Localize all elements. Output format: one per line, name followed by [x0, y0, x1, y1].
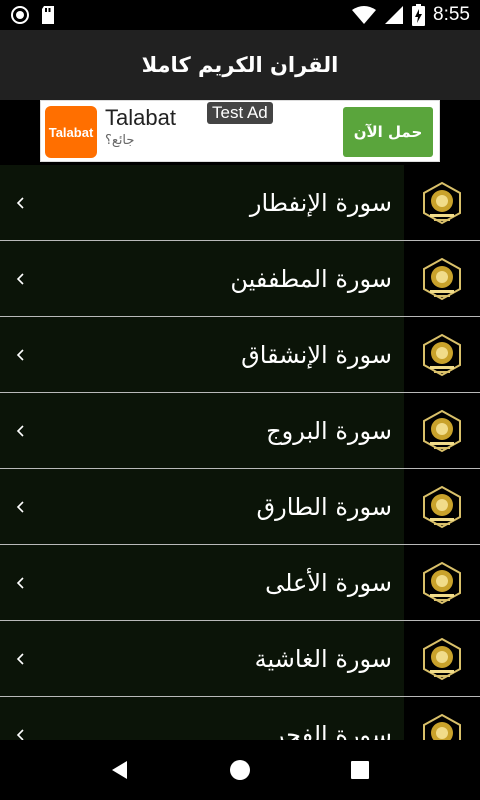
quran-emblem-icon: [404, 469, 480, 544]
surah-name: سورة الإنشقاق: [241, 340, 392, 369]
quran-emblem-icon: [404, 317, 480, 392]
ad-subtitle: جائع؟: [105, 133, 135, 148]
quran-emblem-icon: [404, 393, 480, 468]
surah-name: سورة الطارق: [256, 492, 393, 521]
quran-emblem-icon: [404, 697, 480, 740]
surah-name: سورة البروج: [266, 416, 392, 445]
chevron-left-icon: [10, 621, 30, 696]
surah-name: سورة الأعلى: [265, 568, 392, 597]
quran-emblem-icon: [404, 241, 480, 316]
back-button[interactable]: [100, 750, 140, 790]
ad-logo-text: Talabat: [48, 124, 94, 140]
ad-logo[interactable]: Talabat: [45, 106, 97, 158]
surah-list[interactable]: سورة الإنفطار سورة المطففين سورة الإنشقاق س…: [0, 165, 480, 740]
app-bar: القران الكريم كاملا: [0, 30, 480, 100]
list-item[interactable]: سورة الإنفطار: [0, 165, 480, 241]
wifi-icon: [352, 5, 377, 25]
surah-name: سورة الإنفطار: [249, 188, 392, 217]
back-icon: [112, 761, 127, 779]
chevron-left-icon: [10, 393, 30, 468]
chevron-left-icon: [10, 469, 30, 544]
record-icon: [10, 5, 30, 25]
test-ad-badge: Test Ad: [207, 102, 273, 124]
navigation-bar: [0, 740, 480, 800]
status-time: 8:55: [433, 4, 470, 25]
home-button[interactable]: [220, 750, 260, 790]
recents-icon: [351, 761, 369, 779]
list-item[interactable]: سورة الإنشقاق: [0, 317, 480, 393]
ad-banner[interactable]: Talabat Talabat جائع؟ Test Ad حمل الآن: [40, 100, 440, 162]
surah-name: سورة الغاشية: [254, 644, 392, 673]
chevron-left-icon: [10, 697, 30, 740]
sd-card-icon: [40, 5, 56, 25]
status-bar: 8:55: [0, 0, 480, 30]
ad-title[interactable]: Talabat: [105, 105, 176, 131]
chevron-left-icon: [10, 241, 30, 316]
page-title: القران الكريم كاملا: [141, 53, 339, 77]
quran-emblem-icon: [404, 165, 480, 240]
list-item[interactable]: سورة الطارق: [0, 469, 480, 545]
signal-icon: [384, 5, 404, 25]
chevron-left-icon: [10, 317, 30, 392]
list-item[interactable]: سورة البروج: [0, 393, 480, 469]
list-item[interactable]: سورة المطففين: [0, 241, 480, 317]
chevron-left-icon: [10, 165, 30, 240]
list-item[interactable]: سورة الفجر: [0, 697, 480, 740]
surah-name: سورة المطففين: [230, 264, 392, 293]
home-icon: [230, 760, 250, 780]
battery-charging-icon: [412, 4, 426, 26]
list-item[interactable]: سورة الغاشية: [0, 621, 480, 697]
chevron-left-icon: [10, 545, 30, 620]
ad-install-button[interactable]: حمل الآن: [343, 107, 433, 157]
surah-name: سورة الفجر: [272, 720, 392, 741]
list-item[interactable]: سورة الأعلى: [0, 545, 480, 621]
recents-button[interactable]: [340, 750, 380, 790]
quran-emblem-icon: [404, 545, 480, 620]
quran-emblem-icon: [404, 621, 480, 696]
